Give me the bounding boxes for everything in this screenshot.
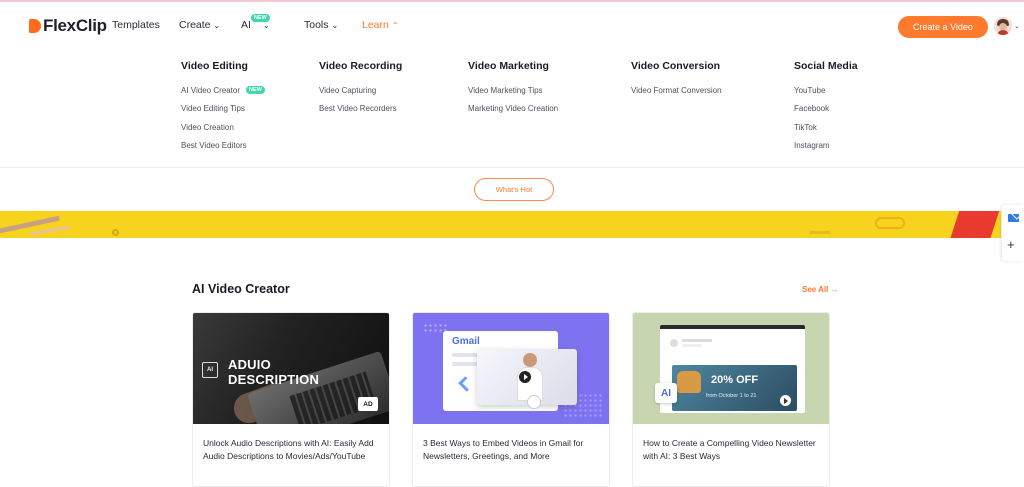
audio-description-icon: AD [358, 397, 378, 411]
user-avatar[interactable] [994, 17, 1012, 35]
learn-mega-menu: Video Editing AI Video Creator NEW Video… [0, 48, 1024, 168]
discount-text: 20% OFF [711, 374, 759, 386]
card-thumbnail[interactable]: AI ADUIO DESCRIPTION AD [193, 313, 389, 424]
hero-banner-strip [0, 211, 1001, 238]
menu-column-video-recording: Video Recording Video Capturing Best Vid… [319, 60, 402, 118]
menu-item[interactable]: Video Marketing Tips [468, 81, 558, 100]
ai-new-badge: NEW [251, 14, 270, 22]
menu-item[interactable]: YouTube [794, 81, 858, 100]
ai-chip-icon: AI [202, 362, 218, 378]
card-thumbnail[interactable]: 20% OFF from October 1 to 21 AI [633, 313, 829, 424]
chevron-down-icon: ⌄ [331, 20, 339, 30]
menu-heading[interactable]: Video Conversion [631, 60, 722, 72]
chevron-down-icon: ⌄ [213, 20, 221, 30]
menu-item[interactable]: Best Video Recorders [319, 100, 402, 119]
flexclip-logo[interactable]: FlexClip [29, 16, 107, 36]
menu-column-video-editing: Video Editing AI Video Creator NEW Video… [181, 60, 265, 155]
article-card[interactable]: Gmail 3 Best Ways to Embed Videos in Gma… [412, 312, 610, 487]
card-title[interactable]: Unlock Audio Descriptions with AI: Easil… [203, 437, 381, 463]
menu-column-video-marketing: Video Marketing Video Marketing Tips Mar… [468, 60, 558, 118]
menu-heading[interactable]: Video Editing [181, 60, 265, 72]
nav-tools-label: Tools [304, 19, 329, 31]
menu-heading[interactable]: Video Marketing [468, 60, 558, 72]
menu-heading[interactable]: Video Recording [319, 60, 402, 72]
create-video-button[interactable]: Create a Video [898, 16, 988, 38]
logo-text: FlexClip [43, 16, 107, 35]
menu-item[interactable]: Video Format Conversion [631, 81, 722, 100]
floating-side-tools: + [1002, 205, 1024, 261]
see-all-link[interactable]: See All → [802, 285, 839, 294]
menu-item[interactable]: Facebook [794, 100, 858, 119]
article-card[interactable]: 20% OFF from October 1 to 21 AI How to C… [632, 312, 830, 487]
nav-learn[interactable]: Learn ⌃ [362, 2, 399, 48]
whats-hot-button[interactable]: What's Hot [474, 178, 554, 201]
mail-icon[interactable] [1008, 214, 1019, 222]
new-badge: NEW [246, 86, 265, 95]
menu-column-social-media: Social Media YouTube Facebook TikTok Ins… [794, 60, 858, 155]
menu-item[interactable]: Instagram [794, 137, 858, 156]
play-icon [519, 371, 531, 383]
article-card[interactable]: AI ADUIO DESCRIPTION AD Unlock Audio Des… [192, 312, 390, 487]
ai-badge-icon: AI [655, 383, 677, 403]
logo-mark-icon [29, 19, 41, 33]
gmail-logo-text: Gmail [452, 336, 480, 347]
card-title[interactable]: 3 Best Ways to Embed Videos in Gmail for… [423, 437, 601, 463]
nav-templates[interactable]: Templates [112, 2, 160, 48]
plus-icon[interactable]: + [1007, 237, 1015, 252]
discount-subtext: from October 1 to 21 [706, 393, 757, 399]
menu-item[interactable]: Video Editing Tips [181, 100, 265, 119]
menu-item-ai-video-creator[interactable]: AI Video Creator NEW [181, 81, 265, 100]
nav-templates-label: Templates [112, 19, 160, 31]
menu-column-video-conversion: Video Conversion Video Format Conversion [631, 60, 722, 100]
menu-item[interactable]: Marketing Video Creation [468, 100, 558, 119]
thumbnail-text: ADUIO DESCRIPTION [228, 357, 320, 387]
nav-create-label: Create [179, 19, 211, 31]
nav-create[interactable]: Create ⌄ [179, 2, 220, 48]
menu-item[interactable]: Best Video Editors [181, 137, 265, 156]
nav-learn-label: Learn [362, 19, 389, 31]
chevron-up-icon: ⌃ [391, 20, 399, 30]
section-title: AI Video Creator [192, 282, 290, 296]
play-icon [780, 395, 791, 406]
site-header: FlexClip Templates Create ⌄ AI ⌄ NEW Too… [0, 2, 1024, 48]
menu-item[interactable]: Video Capturing [319, 81, 402, 100]
nav-ai[interactable]: AI ⌄ [241, 2, 270, 48]
card-title[interactable]: How to Create a Compelling Video Newslet… [643, 437, 821, 463]
menu-item[interactable]: TikTok [794, 118, 858, 137]
menu-heading[interactable]: Social Media [794, 60, 858, 72]
avatar-chevron-down-icon[interactable]: ⌄ [1014, 22, 1020, 30]
menu-item[interactable]: Video Creation [181, 118, 265, 137]
nav-tools[interactable]: Tools ⌄ [304, 2, 338, 48]
card-thumbnail[interactable]: Gmail [413, 313, 609, 424]
nav-ai-label: AI [241, 19, 251, 31]
